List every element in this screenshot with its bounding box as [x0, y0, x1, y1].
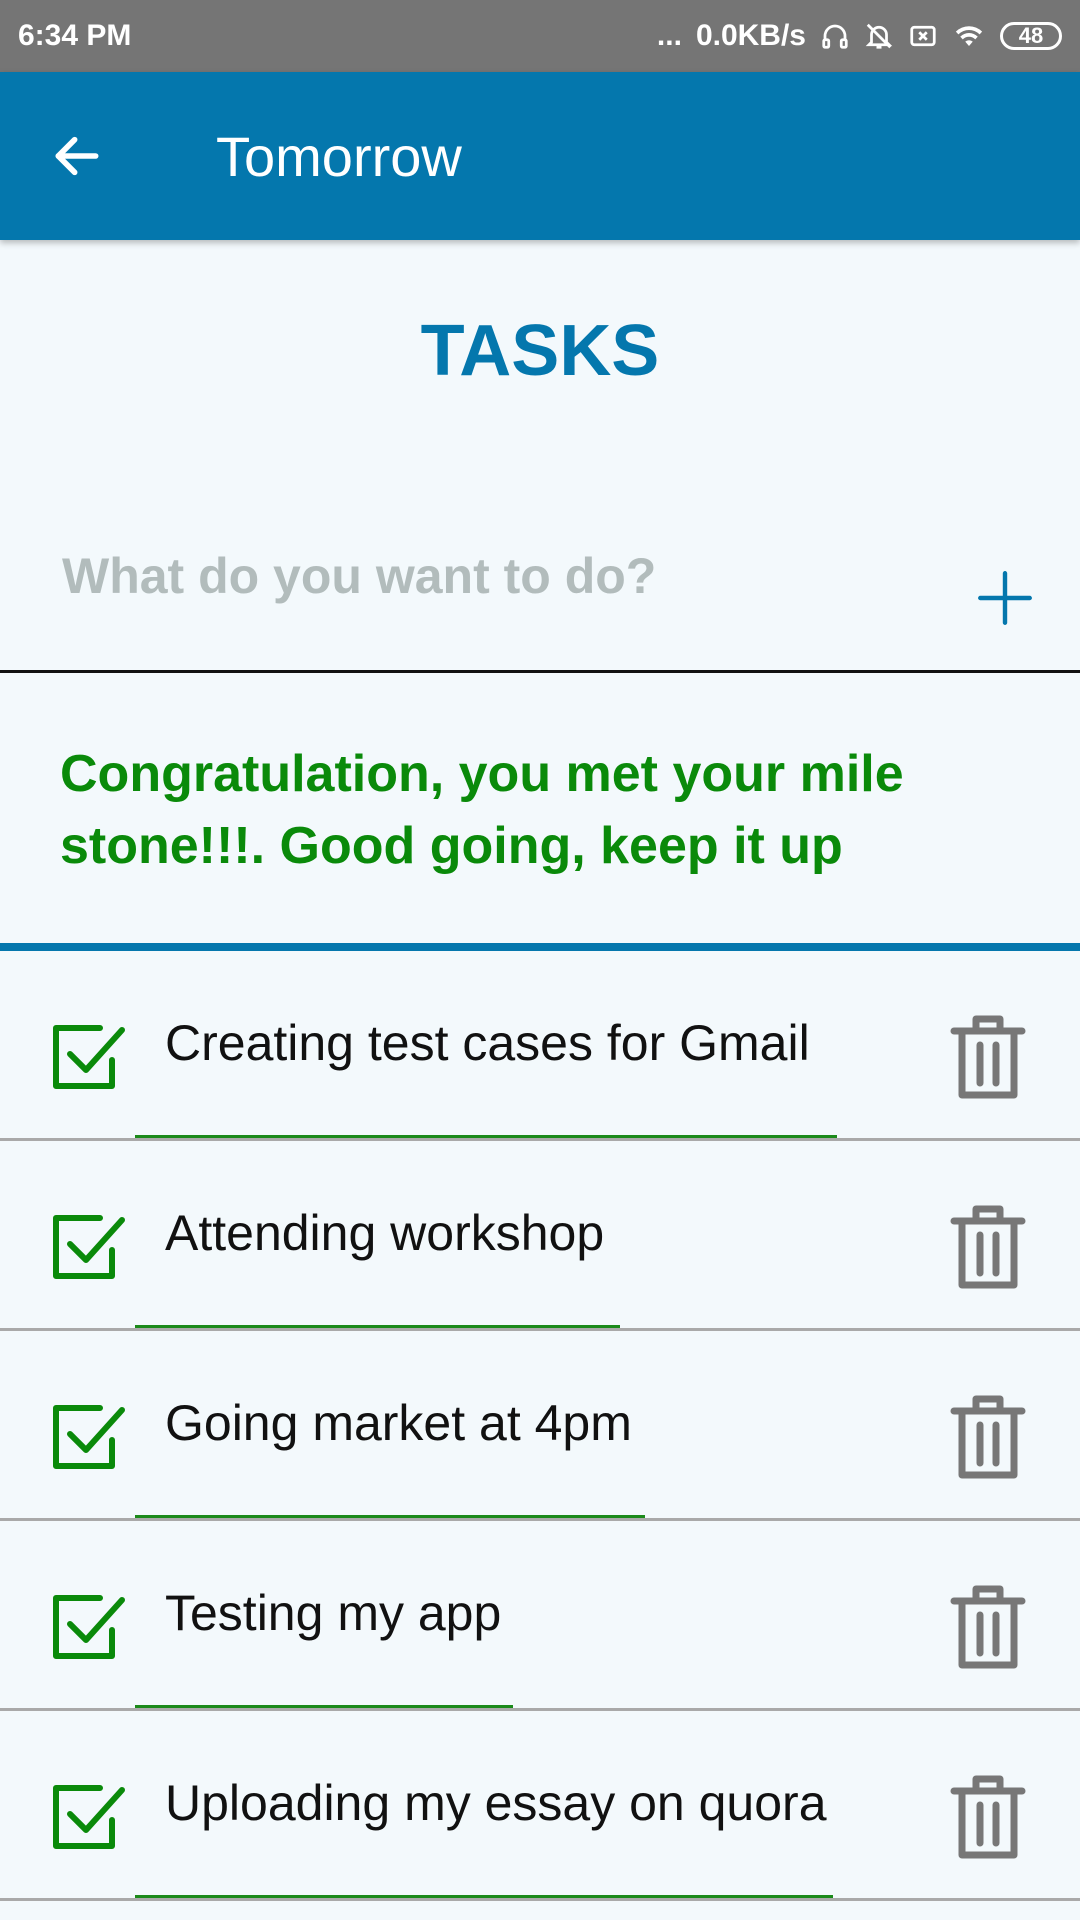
status-icons: ... 0.0KB/s 48 [657, 19, 1062, 53]
task-row: Creating test cases for Gmail [0, 951, 1080, 1141]
task-underline [135, 1895, 833, 1898]
arrow-left-icon [55, 136, 99, 176]
app-title: Tomorrow [216, 124, 462, 188]
checked-checkbox-icon[interactable] [50, 1586, 130, 1666]
status-dots: ... [656, 19, 682, 52]
section-divider [0, 943, 1080, 951]
task-underline [135, 1705, 513, 1708]
trash-icon[interactable] [948, 1583, 1028, 1673]
task-row: Uploading my essay on quora [0, 1711, 1080, 1901]
trash-icon[interactable] [948, 1203, 1028, 1293]
task-input-row [0, 520, 1080, 673]
checked-checkbox-icon[interactable] [50, 1396, 130, 1476]
trash-icon[interactable] [948, 1773, 1028, 1863]
page-title: TASKS [420, 311, 660, 391]
sim-x-icon [908, 21, 938, 51]
task-underline [135, 1325, 620, 1328]
back-button[interactable] [22, 101, 132, 211]
task-label: Testing my app [165, 1585, 502, 1641]
task-label: Creating test cases for Gmail [165, 1015, 810, 1071]
add-task-button[interactable] [965, 558, 1045, 638]
trash-icon[interactable] [948, 1393, 1028, 1483]
trash-icon[interactable] [948, 1013, 1028, 1103]
task-label: Attending workshop [165, 1205, 605, 1261]
task-row: Attending workshop [0, 1141, 1080, 1331]
task-underline [135, 1515, 645, 1518]
network-speed: 0.0KB/s [695, 19, 806, 52]
plus-icon [978, 571, 1032, 625]
headset-icon [820, 21, 850, 51]
app-bar: Tomorrow [0, 72, 1080, 240]
task-underline [135, 1135, 837, 1138]
status-bar: 6:34 PM ... 0.0KB/s 48 [0, 0, 1080, 72]
battery-icon: 48 [1000, 22, 1062, 50]
task-label: Going market at 4pm [165, 1395, 632, 1451]
congratulation-message: Congratulation, you met your mile stone!… [60, 745, 904, 875]
task-label: Uploading my essay on quora [165, 1775, 827, 1831]
checked-checkbox-icon[interactable] [50, 1776, 130, 1856]
task-row: Going market at 4pm [0, 1331, 1080, 1521]
checked-checkbox-icon[interactable] [50, 1206, 130, 1286]
task-row: Testing my app [0, 1521, 1080, 1711]
checked-checkbox-icon[interactable] [50, 1016, 130, 1096]
status-time: 6:34 PM [18, 19, 132, 52]
wifi-icon [952, 21, 986, 51]
task-input[interactable] [60, 530, 924, 622]
mute-bell-icon [864, 21, 894, 51]
task-list: Creating test cases for Gmail Attending … [0, 951, 1080, 1901]
